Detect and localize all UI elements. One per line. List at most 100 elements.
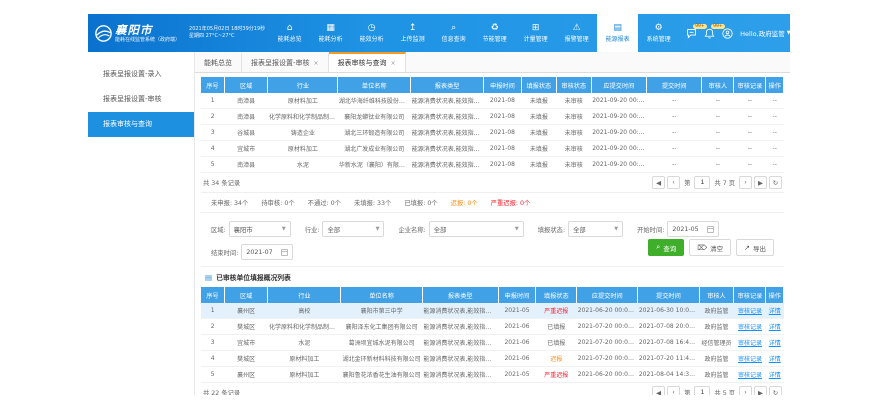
message-button[interactable]: 99+: [686, 28, 697, 39]
table-cell: 能源消费状况表,能效指标...: [411, 93, 484, 109]
alarm-button[interactable]: 99+: [704, 28, 715, 39]
audit-record-link[interactable]: 审核记录: [738, 340, 762, 347]
fill-status-select[interactable]: 全部▼: [568, 221, 623, 237]
table-cell: 经信管理员: [699, 335, 734, 351]
table-cell: 湖北广发成业有限公司: [338, 141, 411, 157]
column-header: 审核人: [699, 287, 734, 303]
table-row[interactable]: 5南漳县水泥华新水泥（襄阳）有限公司能源消费状况表,能效指标...2021-08…: [201, 157, 784, 173]
nav-item-3[interactable]: ◷能效分析: [351, 14, 392, 52]
grid-icon: ▤: [205, 273, 212, 282]
prev-page-button[interactable]: ‹: [667, 176, 680, 189]
sidebar-item-1[interactable]: 报表呈报设置-录入: [88, 62, 194, 87]
last-page-button[interactable]: ▶: [754, 386, 767, 395]
table-cell: 原材料加工: [268, 367, 341, 383]
nav-item-7[interactable]: ⊞计量管理: [515, 14, 556, 52]
first-page-button[interactable]: ◀: [652, 386, 665, 395]
audit-record-link[interactable]: 审核记录: [738, 356, 762, 363]
table-cell: 水泥: [268, 157, 338, 173]
sidebar-item-2[interactable]: 报表呈报设置-审核: [88, 87, 194, 112]
sidebar-item-3[interactable]: 报表审核与查询: [88, 112, 194, 137]
clear-button[interactable]: ⌦清空: [689, 239, 731, 256]
nav-item-9[interactable]: ▤能源报表: [597, 14, 638, 52]
nav-item-2[interactable]: ▦能耗分析: [310, 14, 351, 52]
close-icon[interactable]: ×: [314, 60, 319, 67]
table-row[interactable]: 3宜城市水泥葛洲坝宜城水泥有限公司能源消费状况表,能效指标情...2021-06…: [201, 335, 784, 351]
stat-item: 不通过: 0个: [308, 198, 341, 207]
table-row[interactable]: 2南漳县化学原料和化学制品制造业襄阳龙蟒钛业有限公司能源消费状况表,能效指标..…: [201, 109, 784, 125]
nav-item-label: 计量管理: [524, 34, 548, 43]
page-input[interactable]: [694, 386, 710, 395]
table-cell: 4: [201, 351, 224, 367]
audit-record-link[interactable]: 审核记录: [738, 308, 762, 315]
company-select[interactable]: 全部▼: [429, 221, 524, 237]
refresh-icon[interactable]: ↻: [769, 386, 782, 395]
pending-total-records: 共 34 条记录: [203, 178, 240, 187]
table-cell: 2021-08-04 14:33:52: [638, 367, 699, 383]
column-header: 区域: [224, 287, 268, 303]
table-cell: 政府监管: [699, 367, 734, 383]
table-cell: --: [734, 141, 766, 157]
logout-button[interactable]: 退出: [798, 26, 807, 41]
first-page-button[interactable]: ◀: [652, 176, 665, 189]
nav-item-4[interactable]: ↥上传监测: [392, 14, 433, 52]
nav-item-5[interactable]: ⌕信息查询: [433, 14, 474, 52]
table-row[interactable]: 3谷城县铸造企业湖北三环锻造有限公司能源消费状况表,能效指标...2021-08…: [201, 125, 784, 141]
next-page-button[interactable]: ›: [739, 386, 752, 395]
weekday-weather: 星期四 27°C~27°C: [189, 33, 265, 40]
start-time-input[interactable]: 2021-05: [667, 221, 719, 237]
region-select[interactable]: 襄阳市▼: [229, 221, 291, 237]
end-time-input[interactable]: 2021-07: [241, 244, 293, 260]
table-cell: --: [734, 109, 766, 125]
nav-item-8[interactable]: ⚠报警管理: [556, 14, 597, 52]
page-input[interactable]: [694, 176, 710, 189]
last-page-button[interactable]: ▶: [754, 176, 767, 189]
audit-record-link[interactable]: 审核记录: [738, 372, 762, 379]
table-row[interactable]: 4樊城区原材料加工湖北金环新材料科技有限公司能源消费状况表,能效指标情...20…: [201, 351, 784, 367]
detail-link[interactable]: 详情: [769, 356, 781, 363]
tab-2[interactable]: 报表呈报设置-审核×: [242, 52, 329, 72]
nav-item-1[interactable]: ⌂能耗总览: [269, 14, 310, 52]
table-row[interactable]: 4宜城市原材料加工湖北广发成业有限公司能源消费状况表,能效指标...2021-0…: [201, 141, 784, 157]
table-cell: 1: [201, 93, 224, 109]
detail-link[interactable]: 详情: [769, 340, 781, 347]
column-header: 序号: [201, 287, 224, 303]
tab-1[interactable]: 能耗总览: [195, 52, 242, 72]
table-cell: 2021-09-20 00:00:00: [591, 93, 646, 109]
detail-link[interactable]: 详情: [769, 308, 781, 315]
table-cell: 2021-08: [484, 157, 522, 173]
search-button[interactable]: ⌕查询: [648, 239, 684, 256]
export-button[interactable]: ↗导出: [736, 239, 774, 256]
detail-link[interactable]: 详情: [769, 372, 781, 379]
table-cell: 未审核: [556, 141, 591, 157]
table-cell: 南漳县: [224, 157, 268, 173]
table-row[interactable]: 2樊城区化学原料和化学制品制造业襄阳泽东化工集团有限公司能源消费状况表,能效指标…: [201, 319, 784, 335]
close-icon[interactable]: ×: [391, 60, 396, 67]
column-header: 序号: [201, 77, 224, 93]
table-row[interactable]: 5襄州区原材料加工襄阳鲁花浓香花生油有限公司能源消费状况表,能效指标情...20…: [201, 367, 784, 383]
table-row[interactable]: 1南漳县原材料加工湖北华海纤维科技股份有...能源消费状况表,能效指标...20…: [201, 93, 784, 109]
next-page-button[interactable]: ›: [739, 176, 752, 189]
nav-item-6[interactable]: ♻节能管理: [474, 14, 515, 52]
nav-item-label: 节能管理: [483, 34, 507, 43]
industry-select[interactable]: 全部▼: [322, 221, 384, 237]
nav-item-10[interactable]: ⚙系统管理: [638, 14, 679, 52]
table-cell: 1: [201, 303, 224, 319]
prev-page-button[interactable]: ‹: [667, 386, 680, 395]
table-cell: 3: [201, 335, 224, 351]
search-icon: ⌕: [451, 23, 456, 33]
stat-item: 待审核: 0个: [261, 198, 294, 207]
reviewed-table-pager: ◀‹第共 5 页›▶↻: [652, 386, 782, 395]
table-row[interactable]: 1襄州区高校襄阳市第三中学能源消费状况表,能效指标情...2021-05严重迟报…: [201, 303, 784, 319]
table-cell: 2021-08: [484, 109, 522, 125]
system-name: 能耗在线监管系统（政府端）: [115, 36, 180, 43]
audit-record-link[interactable]: 审核记录: [738, 324, 762, 331]
avatar[interactable]: [722, 28, 733, 39]
table-cell: 4: [201, 141, 224, 157]
column-header: 单位名称: [341, 287, 423, 303]
table-cell: 5: [201, 157, 224, 173]
detail-link[interactable]: 详情: [769, 324, 781, 331]
refresh-icon[interactable]: ↻: [769, 176, 782, 189]
tab-3[interactable]: 报表审核与查询×: [329, 52, 406, 72]
user-menu[interactable]: Hello,政府监管 ▼: [740, 28, 790, 38]
table-cell: 2021-09-20 00:00:00: [591, 157, 646, 173]
